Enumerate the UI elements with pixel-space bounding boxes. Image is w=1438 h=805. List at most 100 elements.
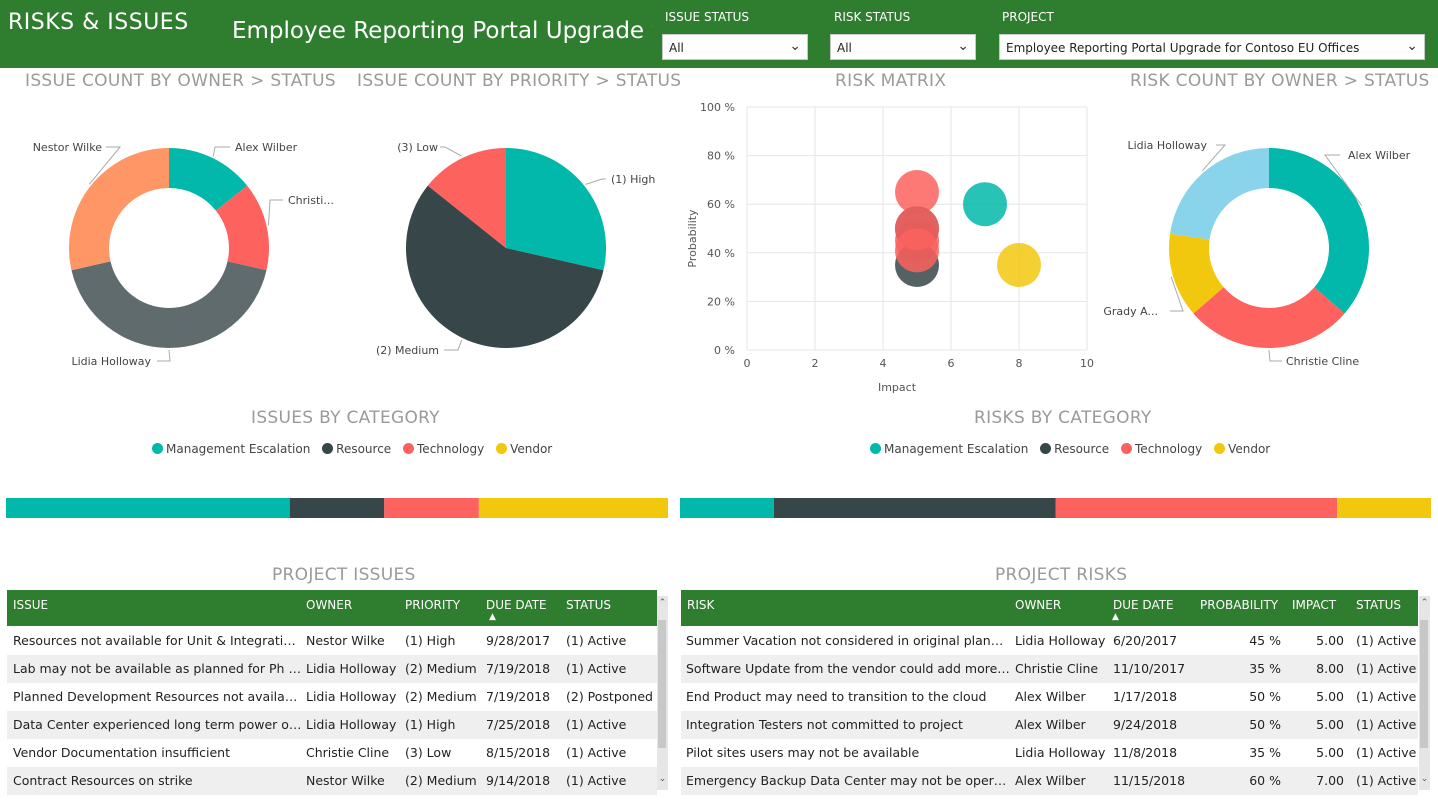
table-cell: (1) High — [405, 633, 456, 648]
bubble-point[interactable] — [997, 242, 1041, 287]
column-header-owner[interactable]: OWNER — [1015, 598, 1061, 612]
category-bar-segment[interactable] — [680, 498, 774, 518]
table-cell: (1) Active — [1356, 773, 1417, 788]
risk-owner-chart-title: RISK COUNT BY OWNER > STATUS — [1130, 71, 1430, 91]
bubble-point[interactable] — [895, 228, 939, 273]
table-row[interactable]: Resources not available for Unit & Integ… — [7, 627, 657, 655]
column-header-probability[interactable]: PROBABILITY — [1200, 598, 1278, 612]
scroll-up-icon[interactable]: ⌃ — [657, 598, 668, 608]
column-header-risk[interactable]: RISK — [687, 598, 714, 612]
table-row[interactable]: Planned Development Resources not availa… — [7, 683, 657, 711]
column-header-impact[interactable]: IMPACT — [1292, 598, 1336, 612]
table-cell: 5.00 — [1316, 633, 1344, 648]
x-tick-label: 8 — [1016, 357, 1023, 370]
table-cell: (1) Active — [566, 773, 627, 788]
table-cell: (2) Postponed — [566, 689, 653, 704]
legend-item[interactable]: Technology — [403, 442, 484, 456]
scroll-down-icon[interactable]: ⌄ — [1419, 774, 1430, 784]
leader-line — [585, 178, 606, 185]
scrollbar-thumb[interactable] — [658, 620, 666, 748]
column-header-due-date[interactable]: DUE DATE — [1113, 598, 1174, 612]
risks-category-stacked-bar[interactable] — [680, 498, 1431, 518]
table-cell: (2) Medium — [405, 689, 477, 704]
legend-item[interactable]: Management Escalation — [152, 442, 310, 456]
legend-item[interactable]: Resource — [1040, 442, 1109, 456]
scroll-down-icon[interactable]: ⌄ — [657, 774, 668, 784]
scrollbar-thumb[interactable] — [1420, 620, 1428, 748]
pie-slice[interactable] — [1193, 287, 1345, 348]
issue-status-dropdown[interactable]: All ⌄ — [662, 34, 808, 60]
category-bar-segment[interactable] — [773, 498, 1056, 518]
issue-owner-donut-chart[interactable]: Alex Wilber Christi... Lidia Holloway Nesto… — [0, 100, 340, 390]
category-bar-segment[interactable] — [289, 498, 385, 518]
report-brand-title: RISKS & ISSUES — [8, 10, 189, 35]
pie-slice[interactable] — [69, 148, 169, 271]
column-header-owner[interactable]: OWNER — [306, 598, 352, 612]
issues-table-scrollbar[interactable]: ⌃ ⌄ — [657, 596, 668, 790]
category-bar-segment[interactable] — [384, 498, 479, 518]
table-row[interactable]: Contract Resources on strike Nestor Wilke… — [7, 767, 657, 795]
column-header-due-date[interactable]: DUE DATE — [486, 598, 547, 612]
slice-label: (2) Medium — [376, 344, 439, 357]
risk-matrix-chart[interactable]: 0 2 4 6 8 100 %20 %40 %60 %80 %100 %ImpactPro… — [680, 95, 1110, 405]
table-row[interactable]: Integration Testers not committed to pro… — [681, 711, 1418, 739]
table-cell: Lab may not be available as planned for … — [13, 661, 303, 676]
issues-table-body: Resources not available for Unit & Integ… — [7, 627, 657, 795]
category-bar-segment[interactable] — [6, 498, 290, 518]
table-row[interactable]: Pilot sites users may not be available Li… — [681, 739, 1418, 767]
category-bar-segment[interactable] — [1337, 498, 1431, 518]
table-cell: Contract Resources on strike — [13, 773, 193, 788]
legend-dot — [322, 443, 334, 454]
table-cell: Nestor Wilke — [306, 773, 385, 788]
table-row[interactable]: End Product may need to transition to th… — [681, 683, 1418, 711]
legend-label: Technology — [1135, 442, 1203, 456]
column-header-issue[interactable]: ISSUE — [13, 598, 48, 612]
table-row[interactable]: Summer Vacation not considered in origin… — [681, 627, 1418, 655]
category-bar-segment[interactable] — [478, 498, 668, 518]
table-cell: Software Update from the vendor could ad… — [686, 661, 1011, 676]
project-dropdown[interactable]: Employee Reporting Portal Upgrade for Co… — [999, 34, 1425, 60]
issues-category-stacked-bar[interactable] — [6, 498, 668, 518]
leader-line — [267, 199, 283, 226]
table-cell: Summer Vacation not considered in origin… — [686, 633, 1011, 648]
legend-item[interactable]: Technology — [1121, 442, 1202, 456]
legend-dot — [152, 443, 163, 454]
leader-line — [157, 349, 171, 362]
risks-table-scrollbar[interactable]: ⌃ ⌄ — [1419, 596, 1430, 790]
table-cell: (1) Active — [1356, 661, 1417, 676]
pie-slice[interactable] — [71, 261, 267, 348]
issues-category-title: ISSUES BY CATEGORY — [251, 408, 440, 428]
category-bar-segment[interactable] — [1055, 498, 1338, 518]
column-header-priority[interactable]: PRIORITY — [405, 598, 460, 612]
legend-item[interactable]: Vendor — [1214, 442, 1270, 456]
table-cell: 7/25/2018 — [486, 717, 551, 732]
issue-priority-pie-chart[interactable]: (1) High (2) Medium (3) Low — [340, 100, 670, 390]
column-header-status[interactable]: STATUS — [566, 598, 611, 612]
scroll-up-icon[interactable]: ⌃ — [1419, 598, 1430, 608]
y-tick-label: 80 % — [707, 150, 735, 163]
table-row[interactable]: Data Center experienced long term power … — [7, 711, 657, 739]
legend-label: Management Escalation — [884, 442, 1029, 456]
legend-item[interactable]: Vendor — [496, 442, 552, 456]
slice-label: Nestor Wilke — [33, 141, 103, 154]
table-row[interactable]: Lab may not be available as planned for … — [7, 655, 657, 683]
bubble-point[interactable] — [963, 182, 1007, 227]
legend-item[interactable]: Resource — [322, 442, 391, 456]
table-cell: Integration Testers not committed to pro… — [686, 717, 963, 732]
table-cell: 5.00 — [1316, 745, 1344, 760]
table-row[interactable]: Software Update from the vendor could ad… — [681, 655, 1418, 683]
column-header-status[interactable]: STATUS — [1356, 598, 1401, 612]
y-tick-label: 0 % — [714, 344, 735, 357]
pie-slice[interactable] — [1170, 148, 1269, 240]
table-row[interactable]: Vendor Documentation insufficient Christi… — [7, 739, 657, 767]
risk-status-dropdown[interactable]: All ⌄ — [830, 34, 976, 60]
legend-item[interactable]: Management Escalation — [870, 442, 1028, 456]
table-row[interactable]: Emergency Backup Data Center may not be … — [681, 767, 1418, 795]
table-cell: (1) Active — [566, 745, 627, 760]
pie-slice[interactable] — [1269, 148, 1369, 314]
issue-priority-chart-title: ISSUE COUNT BY PRIORITY > STATUS — [357, 71, 682, 91]
risk-owner-donut-chart[interactable]: Alex Wilber Christie Cline Grady A... Lidia… — [1100, 100, 1438, 390]
slice-label: Christie Cline — [1286, 355, 1359, 368]
table-cell: (2) Medium — [405, 773, 477, 788]
table-cell: 1/17/2018 — [1113, 689, 1178, 704]
